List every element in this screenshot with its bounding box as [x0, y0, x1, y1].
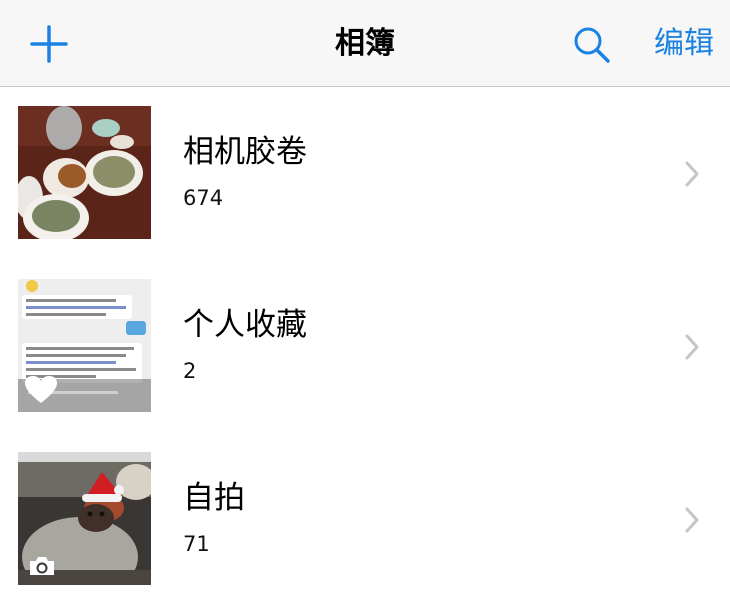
- edit-button[interactable]: 编辑: [654, 24, 714, 64]
- search-icon: [574, 27, 610, 63]
- album-count: 2: [183, 359, 197, 383]
- album-name: 自拍: [183, 480, 245, 516]
- add-album-button[interactable]: [29, 24, 69, 64]
- album-row-favorites[interactable]: 个人收藏 2: [0, 261, 730, 434]
- chevron-right-icon: [685, 334, 699, 360]
- plus-icon: [30, 25, 68, 63]
- album-name: 个人收藏: [183, 307, 307, 343]
- search-button[interactable]: [572, 25, 612, 65]
- album-list: 相机胶卷 674 个人收藏 2 自拍 71: [0, 88, 730, 607]
- album-name: 相机胶卷: [183, 134, 307, 170]
- selfie-camera-icon: [30, 557, 54, 575]
- food-dishes-photo: [18, 106, 151, 239]
- album-row-selfies[interactable]: 自拍 71: [0, 434, 730, 607]
- album-count: 71: [183, 532, 210, 556]
- page-title: 相簿: [335, 26, 395, 61]
- album-count: 674: [183, 186, 224, 210]
- album-thumbnail: [18, 106, 151, 239]
- album-thumbnail: [18, 279, 151, 412]
- nav-bar: 相簿 编辑: [0, 0, 730, 87]
- chevron-right-icon: [685, 161, 699, 187]
- album-row-camera-roll[interactable]: 相机胶卷 674: [0, 88, 730, 261]
- heart-icon: [25, 376, 57, 403]
- album-thumbnail: [18, 452, 151, 585]
- chevron-right-icon: [685, 507, 699, 533]
